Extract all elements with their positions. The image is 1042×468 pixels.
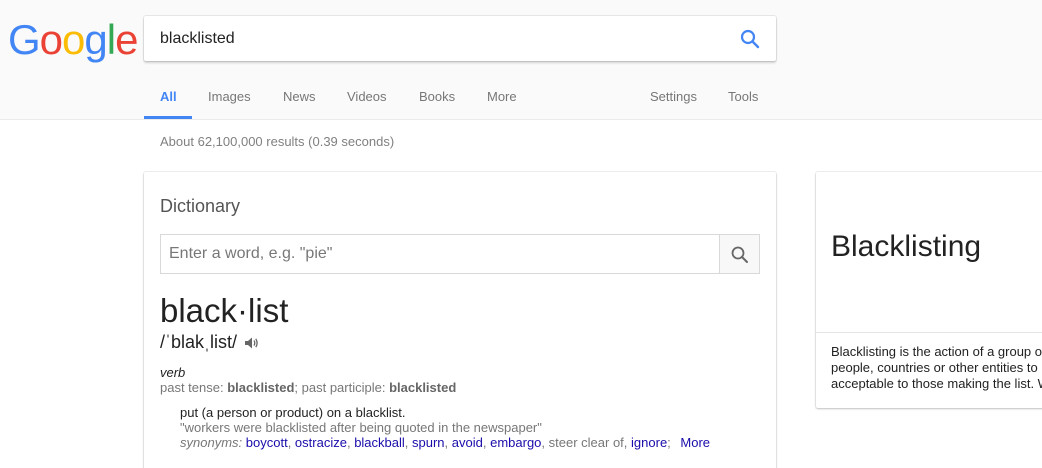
knowledge-panel-description: Blacklisting is the action of a group or… [831, 344, 1042, 392]
logo-letter-e: e [115, 16, 138, 63]
pronunciation: /ˈblakˌlist/ [160, 332, 238, 352]
logo-letter-o1: o [39, 16, 63, 63]
word-forms: past tense: blacklisted; past participle… [160, 380, 456, 395]
knowledge-panel: Blacklisting Blacklisting is the action … [816, 172, 1042, 408]
synonyms-more-link[interactable]: More [680, 435, 710, 450]
description-line: Blacklisting is the action of a group or [831, 344, 1042, 359]
logo-letter-o2: o [62, 16, 85, 63]
tab-more[interactable]: More [487, 89, 517, 104]
dictionary-search-box[interactable] [160, 234, 720, 274]
result-stats: About 62,100,000 results (0.39 seconds) [160, 134, 395, 149]
past-tense-value: blacklisted [227, 380, 295, 395]
synonym-link[interactable]: avoid [452, 435, 483, 450]
example-sentence: "workers were blacklisted after being qu… [180, 420, 542, 435]
tab-all[interactable]: All [160, 89, 177, 104]
dictionary-input[interactable] [169, 235, 709, 273]
search-input[interactable] [160, 16, 720, 61]
tab-images[interactable]: Images [208, 89, 251, 104]
speaker-button[interactable] [243, 335, 259, 351]
synonyms-label: synonyms: [180, 435, 243, 450]
synonym-link[interactable]: boycott [246, 435, 288, 450]
search-icon [731, 246, 748, 263]
past-tense-label: past tense: [160, 380, 228, 395]
synonym-text: steer clear of [548, 435, 624, 450]
dictionary-title: Dictionary [160, 196, 241, 216]
past-participle-value: blacklisted [389, 380, 457, 395]
description-line: people, countries or other entities to [831, 360, 1038, 375]
synonyms-row: synonyms: boycott, ostracize, blackball,… [180, 435, 711, 450]
tab-tools[interactable]: Tools [728, 89, 758, 104]
synonym-link[interactable]: spurn [412, 435, 445, 450]
tab-books[interactable]: Books [419, 89, 455, 104]
dictionary-card: Dictionary black·list /ˈblakˌlist/ verb … [144, 172, 776, 468]
synonym-link[interactable]: blackball [354, 435, 405, 450]
logo-letter-l: l [106, 16, 116, 63]
definition: put (a person or product) on a blacklist… [180, 405, 406, 420]
forms-separator: ; past participle: [294, 380, 390, 395]
tab-news[interactable]: News [283, 89, 316, 104]
tab-videos[interactable]: Videos [347, 89, 387, 104]
headword: black·list [160, 292, 289, 329]
active-tab-indicator [144, 116, 192, 119]
search-icon [740, 29, 760, 49]
search-button[interactable] [738, 27, 762, 51]
knowledge-panel-title: Blacklisting [831, 230, 982, 263]
search-tabs: All Images News Videos Books More Settin… [0, 76, 1042, 120]
part-of-speech: verb [160, 365, 186, 380]
logo-letter-g: G [8, 16, 41, 63]
header: Google All Images News Videos Books More… [0, 0, 1042, 120]
pronunciation-row: /ˈblakˌlist/ [160, 332, 259, 353]
speaker-icon [245, 337, 258, 348]
search-box[interactable] [144, 16, 776, 61]
synonym-link[interactable]: ignore [631, 435, 667, 450]
logo-letter-g2: g [84, 16, 107, 63]
synonym-link[interactable]: ostracize [295, 435, 347, 450]
knowledge-panel-divider [816, 332, 1042, 333]
description-line: acceptable to those making the list. W [831, 376, 1042, 391]
tab-settings[interactable]: Settings [650, 89, 697, 104]
synonym-link[interactable]: embargo [490, 435, 541, 450]
dictionary-search-button[interactable] [719, 234, 760, 274]
google-logo[interactable]: Google [8, 16, 138, 64]
